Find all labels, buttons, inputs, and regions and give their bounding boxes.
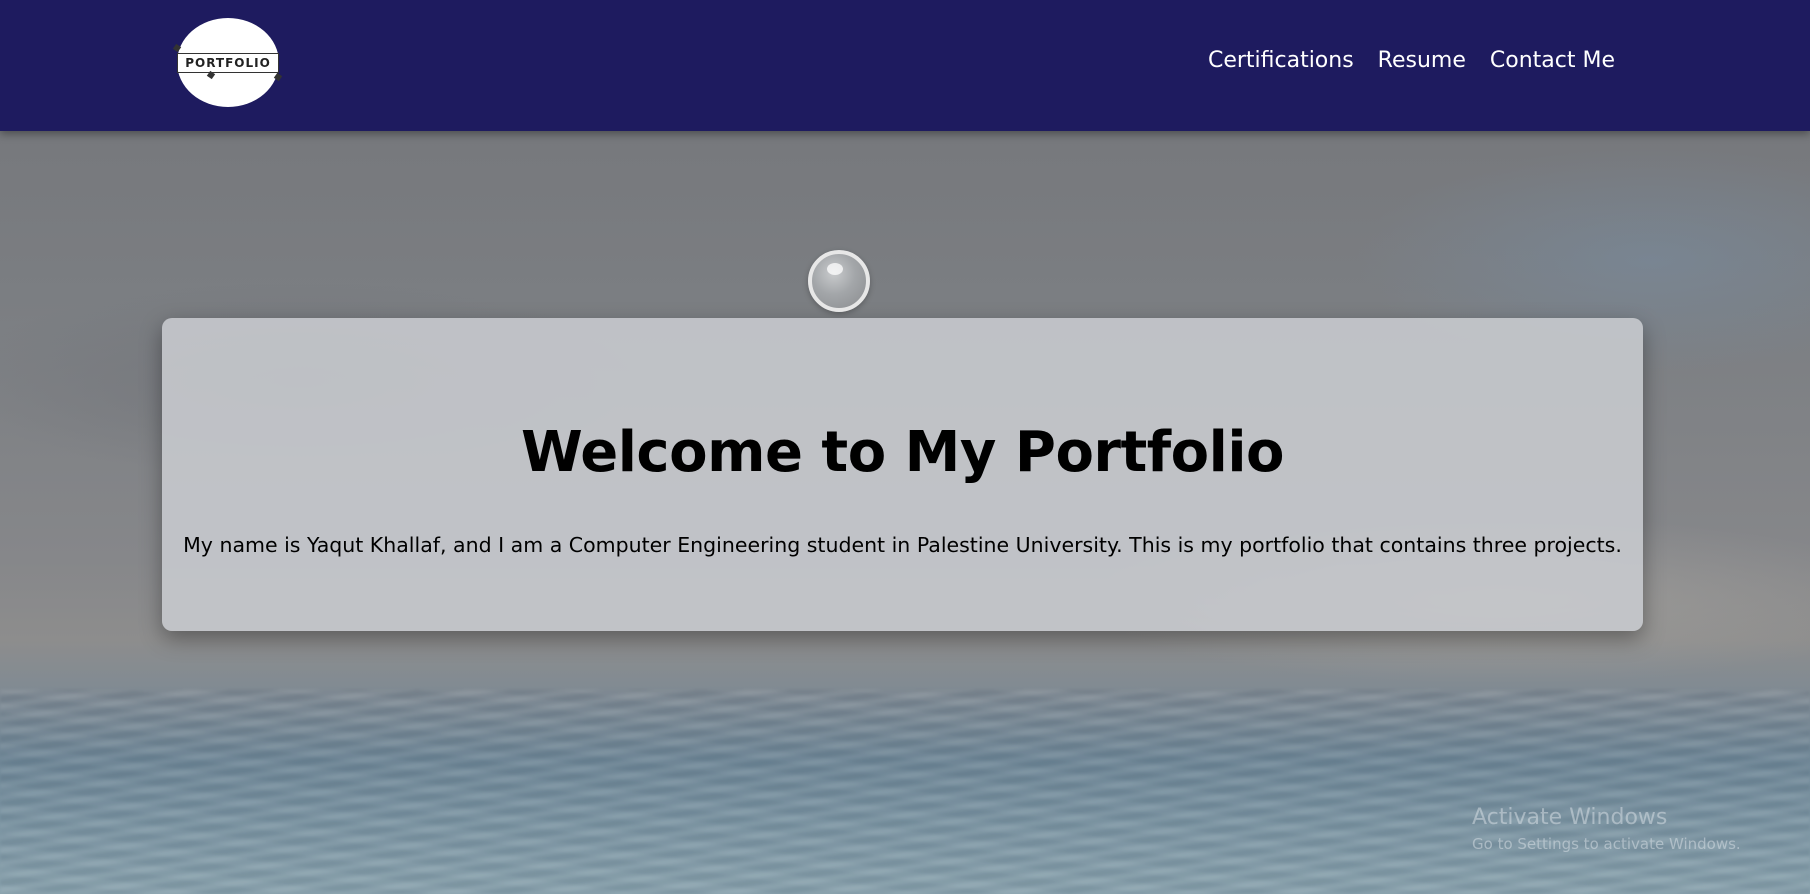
hero-text: My name is Yaqut Khallaf, and I am a Com… [183,533,1622,557]
nav-link-contact-me[interactable]: Contact Me [1490,48,1615,73]
navbar: PORTFOLIO Certifications Resume Contact … [0,0,1810,131]
windows-activation-watermark: Activate Windows Go to Settings to activ… [1472,804,1741,854]
logo-text: PORTFOLIO [185,55,271,70]
logo-mark-icon [207,70,216,79]
nav-links: Certifications Resume Contact Me [1208,48,1615,73]
nav-link-resume[interactable]: Resume [1378,48,1466,73]
page: PORTFOLIO Certifications Resume Contact … [0,0,1810,894]
hero-title: Welcome to My Portfolio [520,420,1285,485]
logo-mark-icon [173,43,182,52]
nav-link-certifications[interactable]: Certifications [1208,48,1354,73]
profile-avatar [808,250,870,312]
watermark-subtitle: Go to Settings to activate Windows. [1472,835,1741,853]
logo-frame: PORTFOLIO [173,43,282,81]
hero-card: Welcome to My Portfolio My name is Yaqut… [162,318,1643,631]
watermark-title: Activate Windows [1472,805,1668,830]
logo-mark-icon [273,72,282,81]
logo[interactable]: PORTFOLIO [173,18,282,107]
